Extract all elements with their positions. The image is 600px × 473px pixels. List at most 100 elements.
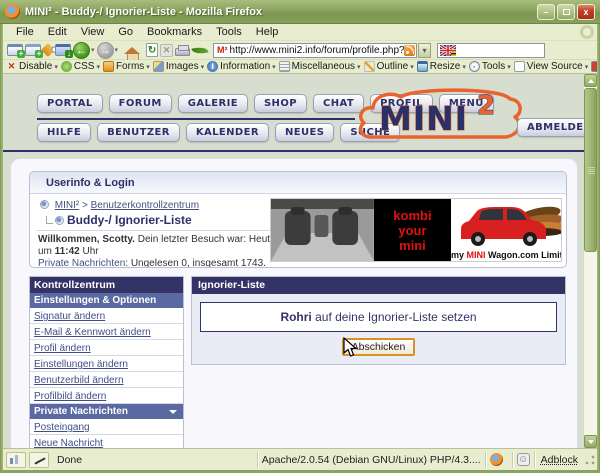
new-window-button[interactable]: + xyxy=(7,43,23,58)
browser-window: MINI² - Buddy-/ Ignorier-Liste - Mozilla… xyxy=(0,0,600,473)
search-engine-flag-icon[interactable] xyxy=(440,45,456,56)
scrollbar-thumb[interactable] xyxy=(584,88,597,252)
downloads-button[interactable]: ↓ xyxy=(55,43,71,58)
scroll-up-button[interactable] xyxy=(584,74,597,87)
menu-tools[interactable]: Tools xyxy=(209,25,249,39)
nav-shop[interactable]: SHOP xyxy=(254,94,307,113)
userinfo-panel: Userinfo & Login MINI² > Benutzerkontrol… xyxy=(29,171,567,268)
webdev-images[interactable]: Images▾ xyxy=(153,61,204,72)
sidebar-link-profil[interactable]: Profil ändern xyxy=(30,340,183,356)
profile-status-icon[interactable]: ☺ xyxy=(517,453,530,466)
webdev-resize[interactable]: Resize▾ xyxy=(417,61,466,72)
mini2-logo[interactable]: MINI 2 xyxy=(353,86,525,150)
firefox-status-icon[interactable] xyxy=(490,453,503,466)
menu-go[interactable]: Go xyxy=(111,25,140,39)
tree-corner-icon xyxy=(46,216,53,224)
scroll-down-button[interactable] xyxy=(584,435,597,448)
resize-grip[interactable] xyxy=(584,454,596,466)
sidebar-link-signatur[interactable]: Signatur ändern xyxy=(30,308,183,324)
ad-brand-text: my MINI Wagon.com Limited xyxy=(451,250,561,260)
menu-file[interactable]: File xyxy=(9,25,41,39)
webdev-outline[interactable]: Outline▾ xyxy=(364,61,414,72)
back-button[interactable]: ← xyxy=(73,42,90,59)
menu-bookmarks[interactable]: Bookmarks xyxy=(140,25,209,39)
sidebar-link-email-kennwort[interactable]: E-Mail & Kennwort ändern xyxy=(30,324,183,340)
nav-hilfe[interactable]: HILFE xyxy=(37,123,91,142)
leaf-theme-button[interactable] xyxy=(192,43,208,58)
search-box[interactable] xyxy=(437,43,545,58)
window-title: MINI² - Buddy-/ Ignorier-Liste - Mozilla… xyxy=(25,6,535,18)
forward-button[interactable]: → xyxy=(97,42,114,59)
sidebar-link-einstellungen[interactable]: Einstellungen ändern xyxy=(30,356,183,372)
new-tab-button[interactable]: + xyxy=(25,43,41,58)
webdev-information[interactable]: iInformation▾ xyxy=(207,61,276,72)
sidebar-section-settings[interactable]: Einstellungen & Optionen xyxy=(30,293,183,308)
url-bar[interactable]: M² http://www.mini2.info/forum/profile.p… xyxy=(213,43,417,58)
url-dropdown-button[interactable]: ▾ xyxy=(418,43,431,58)
webdev-toolbar: ✕Disable▾ CSS▾ Forms▾ Images▾ iInformati… xyxy=(3,60,597,74)
sidebar-link-benutzerbild[interactable]: Benutzerbild ändern xyxy=(30,372,183,388)
car-interior-image xyxy=(271,199,374,261)
document-icon xyxy=(514,61,525,72)
minimize-button[interactable]: – xyxy=(537,4,555,20)
url-text[interactable]: http://www.mini2.info/forum/profile.php?… xyxy=(230,45,405,56)
nav-neues[interactable]: NEUES xyxy=(275,123,334,142)
nav-benutzer[interactable]: BENUTZER xyxy=(97,123,180,142)
breadcrumb-root-link[interactable]: MINI² xyxy=(55,200,79,211)
sidebar-link-neue-nachricht[interactable]: Neue Nachricht xyxy=(30,435,183,448)
site-favicon: M² xyxy=(217,45,228,55)
statusbar-separator xyxy=(257,452,258,468)
forward-dropdown-icon[interactable]: ▾ xyxy=(115,46,119,54)
navbit-icon xyxy=(40,200,49,209)
sidebar-section-private-messages[interactable]: Private Nachrichten xyxy=(30,404,183,419)
menu-view[interactable]: View xyxy=(74,25,112,39)
header-rule xyxy=(3,150,584,152)
reload-button[interactable]: ↻ xyxy=(146,43,158,57)
sidebar-link-posteingang[interactable]: Posteingang xyxy=(30,419,183,435)
print-button[interactable] xyxy=(175,43,190,58)
statusbar-separator xyxy=(512,452,513,468)
private-messages-link[interactable]: Private Nachrichten xyxy=(38,258,125,268)
forum-nav-row2: HILFE BENUTZER KALENDER NEUES SUCHE xyxy=(37,123,400,142)
title-bar[interactable]: MINI² - Buddy-/ Ignorier-Liste - Mozilla… xyxy=(0,0,600,24)
status-text: Done xyxy=(57,454,253,466)
message-text: auf deine Ignorier-Liste setzen xyxy=(312,310,477,324)
ad-banner[interactable]: kombiyourmini xyxy=(270,198,562,262)
nav-kalender[interactable]: KALENDER xyxy=(186,123,269,142)
stop-button[interactable]: ✕ xyxy=(160,44,173,57)
control-panel-sidebar: Kontrollzentrum Einstellungen & Optionen… xyxy=(29,276,184,448)
sidebar-link-profilbild[interactable]: Profilbild ändern xyxy=(30,388,183,404)
page-viewport: PORTAL FORUM GALERIE SHOP CHAT PROFIL ME… xyxy=(3,74,584,448)
menu-edit[interactable]: Edit xyxy=(41,25,74,39)
welcome-suffix: Uhr xyxy=(80,246,99,257)
home-button[interactable] xyxy=(124,43,140,58)
nav-divider xyxy=(37,118,355,120)
webdev-view-source[interactable]: View Source▾ xyxy=(514,61,588,72)
mouse-cursor xyxy=(343,337,359,359)
maximize-button[interactable] xyxy=(557,4,575,20)
nav-galerie[interactable]: GALERIE xyxy=(178,94,248,113)
webdev-miscellaneous[interactable]: Miscellaneous▾ xyxy=(279,61,361,72)
nav-forum[interactable]: FORUM xyxy=(109,94,172,113)
webdev-forms[interactable]: Forms▾ xyxy=(103,61,150,72)
webdev-disable[interactable]: ✕Disable▾ xyxy=(6,61,58,72)
render-mode-icon[interactable] xyxy=(6,452,26,468)
pen-tool-icon[interactable] xyxy=(29,452,49,468)
breadcrumb-parent-link[interactable]: Benutzerkontrollzentrum xyxy=(91,200,199,211)
winged-mini-image xyxy=(451,199,561,247)
feedback-button[interactable] xyxy=(43,43,53,58)
adblock-toggle[interactable]: Adblock xyxy=(541,454,578,466)
target-username: Rohri xyxy=(280,310,311,324)
breadcrumb: MINI² > Benutzerkontrollzentrum xyxy=(40,200,199,211)
rss-feed-icon[interactable] xyxy=(404,45,415,56)
logout-button[interactable]: ABMELDEN xyxy=(517,118,584,137)
webdev-tools[interactable]: ·Tools▾ xyxy=(469,61,511,72)
close-button[interactable]: x xyxy=(577,4,595,20)
nav-portal[interactable]: PORTAL xyxy=(37,94,103,113)
back-dropdown-icon[interactable]: ▾ xyxy=(91,46,95,54)
webdev-css[interactable]: CSS▾ xyxy=(61,61,100,72)
chevron-down-icon xyxy=(588,440,594,444)
vertical-scrollbar[interactable] xyxy=(584,74,597,448)
maximize-icon xyxy=(563,9,570,15)
menu-help[interactable]: Help xyxy=(249,25,286,39)
